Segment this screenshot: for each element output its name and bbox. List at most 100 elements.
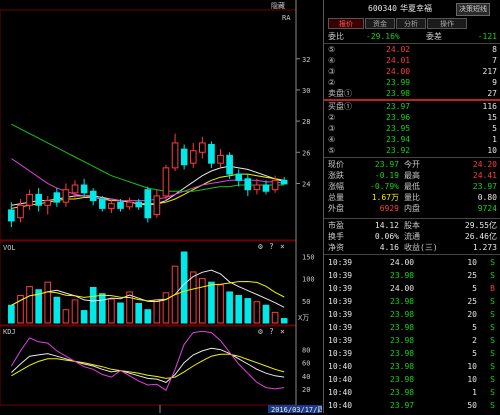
quote-label: 内盘 <box>404 204 420 213</box>
candle-body[interactable] <box>117 201 124 209</box>
kline-chart-svg[interactable]: 隐藏 RA 32 30 28 26 24 VOL 150 100 50 X万 KDJ 80 60 40 20 ⚙?… <box>0 0 324 414</box>
fundamental-value: 14.12 <box>374 221 399 230</box>
buy-level-volume: 116 <box>482 102 497 111</box>
volume-bar <box>98 293 106 324</box>
buy-level-price: 23.97 <box>386 102 411 111</box>
quote-panel: 600340 华夏幸福 决策短线 报价 资金 分析 操作 委比 -29.16% … <box>323 0 500 413</box>
candle-body[interactable] <box>62 189 70 203</box>
tick-row: 10:39 23.98 25 S <box>324 269 500 282</box>
candle-body[interactable] <box>71 184 79 194</box>
tick-time: 10:40 <box>328 388 353 397</box>
candle-body[interactable] <box>35 193 42 206</box>
tick-time: 10:39 <box>328 349 353 358</box>
volume-bar <box>271 311 279 324</box>
candle-body[interactable] <box>199 142 206 153</box>
kdj-panel-frame <box>0 325 297 406</box>
tick-side: S <box>490 297 495 306</box>
sell-level-volume: 8 <box>492 45 497 54</box>
candle-body[interactable] <box>144 189 152 219</box>
buy-level-price: 23.94 <box>386 135 411 144</box>
candle-body[interactable] <box>171 142 179 169</box>
vol-tick-label: 150 <box>302 253 315 261</box>
volume-bar <box>62 309 70 324</box>
divider <box>324 157 500 158</box>
candle-body[interactable] <box>271 179 279 191</box>
indicator-label: RA <box>282 14 291 22</box>
gear-icon[interactable]: ⚙ <box>258 327 263 336</box>
tick-row: 10:40 23.98 10 S <box>324 373 500 386</box>
candle-body[interactable] <box>53 192 61 203</box>
tick-side: S <box>490 258 495 267</box>
quote-label: 涨幅 <box>328 182 344 191</box>
close-icon[interactable]: × <box>280 242 285 251</box>
kline-chart-area[interactable]: 隐藏 RA 32 30 28 26 24 VOL 150 100 50 X万 KDJ 80 60 40 20 ⚙?… <box>0 0 324 414</box>
weicha-label: 委差 <box>426 32 442 41</box>
help-icon[interactable]: ? <box>269 327 274 336</box>
strategy-button[interactable]: 决策短线 <box>456 3 490 16</box>
candle-body[interactable] <box>280 179 288 185</box>
kdj-tick-label: 40 <box>302 373 310 381</box>
volume-bar <box>80 310 88 324</box>
quote-value: 1.67万 <box>371 193 399 202</box>
volume-bar <box>89 287 97 324</box>
volume-bar <box>244 298 252 324</box>
candle-body[interactable] <box>189 150 197 164</box>
candle-body[interactable] <box>98 198 106 209</box>
price-tick-label: 32 <box>302 56 310 64</box>
tick-volume: 10 <box>467 258 477 267</box>
quote-label: 最高 <box>404 171 420 180</box>
price-tick-label: 30 <box>302 87 310 95</box>
tab-funds[interactable]: 资金 <box>365 18 395 29</box>
sell-level-row: ② 23.99 9 <box>324 77 500 88</box>
volume-bar <box>8 304 15 324</box>
candle-body[interactable] <box>108 203 115 209</box>
tick-price: 23.98 <box>390 323 415 332</box>
tick-volume: 25 <box>467 271 477 280</box>
candle-body[interactable] <box>244 178 252 191</box>
candle-body[interactable] <box>126 201 133 208</box>
candle-body[interactable] <box>89 190 97 202</box>
candle-body[interactable] <box>153 195 161 216</box>
volume-bar <box>253 301 261 324</box>
kdj-tick-label: 80 <box>302 347 310 355</box>
tick-volume: 5 <box>472 284 477 293</box>
candle-body[interactable] <box>26 193 33 206</box>
candle-body[interactable] <box>44 200 52 206</box>
candle-body[interactable] <box>17 204 24 219</box>
fundamental-value: 0.06% <box>374 232 399 241</box>
candle-body[interactable] <box>8 209 15 222</box>
candle-body[interactable] <box>135 201 142 208</box>
help-icon[interactable]: ? <box>269 242 274 251</box>
hide-panel-button[interactable]: 隐藏 <box>271 1 285 10</box>
sell-level-price: 24.00 <box>386 67 411 76</box>
candle-body[interactable] <box>217 154 224 164</box>
fundamental-label: 换手 <box>328 232 344 241</box>
kdj-line <box>11 347 285 383</box>
candle-body[interactable] <box>262 184 270 192</box>
tick-volume: 5 <box>472 349 477 358</box>
candle-body[interactable] <box>80 184 88 194</box>
gear-icon[interactable]: ⚙ <box>258 242 263 251</box>
tick-side: S <box>490 323 495 332</box>
volume-bar <box>226 291 233 324</box>
sell-level-label: ④ <box>328 56 336 65</box>
tick-volume: 50 <box>467 401 477 410</box>
sell-level-row: 卖盘① 23.98 27 <box>324 88 500 99</box>
tick-volume: 20 <box>467 310 477 319</box>
candle-body[interactable] <box>235 173 243 181</box>
candle-body[interactable] <box>253 184 261 191</box>
tick-side: S <box>490 375 495 384</box>
sell-level-volume: 27 <box>487 89 497 98</box>
close-icon[interactable]: × <box>280 327 285 336</box>
tab-operate[interactable]: 操作 <box>427 18 467 29</box>
quote-label: 现价 <box>328 160 344 169</box>
tab-quote[interactable]: 报价 <box>328 18 364 29</box>
candle-body[interactable] <box>162 167 170 197</box>
tick-price: 23.98 <box>390 297 415 306</box>
candle-body[interactable] <box>180 148 188 166</box>
buy-level-row: ④ 23.94 1 <box>324 134 500 145</box>
candle-body[interactable] <box>226 154 233 175</box>
sell-level-label: ⑤ <box>328 45 336 54</box>
candle-body[interactable] <box>208 143 215 164</box>
tab-analysis[interactable]: 分析 <box>396 18 426 29</box>
